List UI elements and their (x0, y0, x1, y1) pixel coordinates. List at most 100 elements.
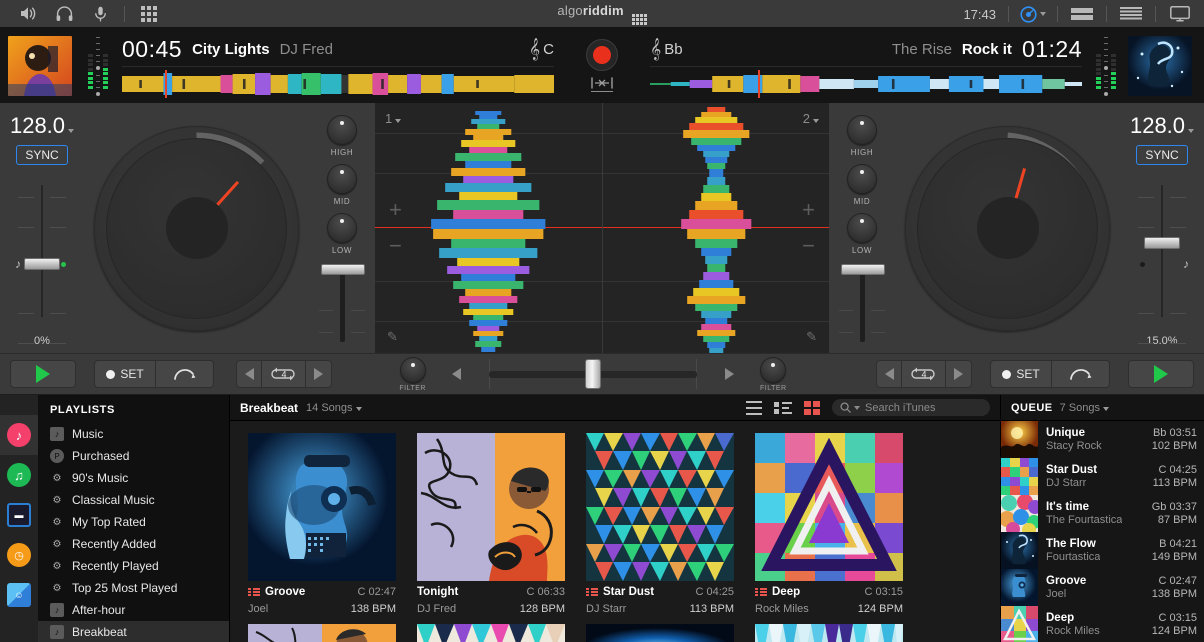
grid-apps-icon[interactable] (131, 1, 167, 27)
queue-item[interactable]: Deep C 03:15 Rock Miles 124 BPM (1001, 606, 1204, 642)
playlists-sidebar: PLAYLISTS ♪ Music P Purchased ⚙ 90's Mus… (38, 395, 230, 642)
deck2-detail-waveform[interactable]: 2 + − ✎ (601, 103, 829, 353)
detail-view-icon[interactable] (774, 401, 792, 414)
deck2-high-knob[interactable] (847, 115, 877, 145)
crossfader-left-arrow[interactable] (452, 368, 461, 380)
deck2-filter-knob[interactable] (760, 356, 787, 383)
track-card[interactable] (755, 624, 903, 642)
deck1-detail-waveform[interactable]: 1 + − ✎ (375, 103, 602, 353)
record-button[interactable] (586, 38, 618, 71)
grid-view-icon[interactable] (804, 400, 820, 415)
crossfader-handle[interactable] (585, 359, 601, 389)
track-card[interactable]: Groove C 02:47 Joel 138 BPM (248, 433, 396, 615)
list-view-icon[interactable] (746, 400, 762, 415)
deck1-set-cue-button[interactable]: SET (94, 360, 156, 388)
track-card[interactable]: Star Dust C 04:25 DJ Starr 113 BPM (586, 433, 734, 615)
microphone-icon[interactable] (82, 1, 118, 27)
spotify-source-icon[interactable]: ♫ (0, 455, 38, 495)
deck1-pitch-handle[interactable] (24, 258, 60, 270)
deck1-filter-knob[interactable] (399, 356, 426, 383)
queue-item[interactable]: Unique Bb 03:51 Stacy Rock 102 BPM (1001, 421, 1204, 458)
split-view-icon[interactable] (1064, 1, 1100, 27)
deck1-volume-fader[interactable] (316, 264, 368, 342)
record-dropdown-caret-icon[interactable] (1040, 12, 1046, 16)
record-disc-icon[interactable] (1015, 1, 1051, 27)
deck1-bpm-caret-icon[interactable] (68, 129, 75, 133)
track-key-time: C 06:33 (526, 586, 565, 598)
sidebar-item-after-hour[interactable]: ♪ After-hour (38, 599, 229, 621)
sidebar-item-recently-added[interactable]: ⚙ Recently Added (38, 533, 229, 555)
deck1-loop-halve-button[interactable] (236, 360, 262, 388)
deck2-sync-button[interactable]: SYNC (1136, 145, 1188, 165)
deck2-return-cue-button[interactable] (1052, 360, 1110, 388)
deck2-keylock-icon[interactable]: ♪ (1183, 257, 1189, 271)
deck2-pitch-fader[interactable]: ♪ (1132, 175, 1192, 344)
deck2-set-cue-button[interactable]: SET (990, 360, 1052, 388)
headphone-icon[interactable] (46, 1, 82, 27)
track-card[interactable]: Deep C 03:15 Rock Miles 124 BPM (755, 433, 903, 615)
deck1-volume-handle[interactable] (321, 264, 365, 275)
monitor-icon[interactable] (1162, 1, 1198, 27)
deck1-jog-wheel[interactable] (94, 125, 299, 331)
deck2-low-knob[interactable] (847, 213, 877, 243)
sidebar-item-recently-played[interactable]: ⚙ Recently Played (38, 555, 229, 577)
crossfader[interactable] (489, 359, 697, 389)
deck2-overview-waveform[interactable] (650, 66, 1082, 99)
finder-source-icon[interactable]: ☺ (0, 575, 38, 615)
deck2-bpm-value: 128.0 (1129, 113, 1186, 138)
itunes-source-icon[interactable]: ♪ (0, 415, 38, 455)
deck1-loop-double-button[interactable] (306, 360, 332, 388)
deck1-sync-button[interactable]: SYNC (16, 145, 68, 165)
track-card[interactable] (586, 624, 734, 642)
track-card[interactable]: Tonight C 06:33 DJ Fred 128 BPM (417, 433, 565, 615)
deck1-high-knob[interactable] (327, 115, 357, 145)
deck2-mid-knob[interactable] (847, 164, 877, 194)
history-source-icon[interactable]: ◷ (0, 535, 38, 575)
playlist-song-count[interactable]: 14 Songs (306, 402, 362, 414)
queue-caret-icon[interactable] (1103, 406, 1109, 411)
deck1-overview-waveform[interactable] (122, 66, 554, 99)
deck2-bpm-caret-icon[interactable] (1188, 129, 1195, 133)
speaker-icon[interactable] (10, 1, 46, 27)
sidebar-item-breakbeat[interactable]: ♪ Breakbeat (38, 621, 229, 642)
song-count-caret-icon[interactable] (355, 406, 362, 411)
sidebar-item-my-top-rated[interactable]: ⚙ My Top Rated (38, 511, 229, 533)
deck2-loop-length-button[interactable]: 4 (902, 360, 946, 388)
queue-item[interactable]: It's time Gb 03:37 The Fourtastica 87 BPM (1001, 495, 1204, 532)
deck1-low-knob[interactable] (327, 213, 357, 243)
search-scope-caret-icon[interactable] (854, 405, 860, 410)
queue-count[interactable]: 7 Songs (1060, 402, 1109, 414)
track-card[interactable] (417, 624, 565, 642)
deck2-pitch-handle[interactable] (1144, 237, 1180, 249)
deck2-bpm-display[interactable]: 128.0 (1129, 113, 1195, 139)
sidebar-item-top-25-most-played[interactable]: ⚙ Top 25 Most Played (38, 577, 229, 599)
deck2-jog-wheel[interactable] (905, 125, 1110, 331)
deck1-keylock-icon[interactable]: ♪ (15, 257, 21, 271)
track-title: Groove (248, 586, 305, 598)
crossfader-right-arrow[interactable] (725, 368, 734, 380)
sidebar-item-classical-music[interactable]: ⚙ Classical Music (38, 489, 229, 511)
track-artwork (417, 433, 565, 581)
deck2-volume-fader[interactable] (836, 264, 888, 342)
queue-item[interactable]: The Flow B 04:21 Fourtastica 149 BPM (1001, 532, 1204, 569)
list-view-icon[interactable] (1113, 1, 1149, 27)
sidebar-item-purchased[interactable]: P Purchased (38, 445, 229, 467)
queue-item[interactable]: Groove C 02:47 Joel 138 BPM (1001, 569, 1204, 606)
queue-item[interactable]: Star Dust C 04:25 DJ Starr 113 BPM (1001, 458, 1204, 495)
video-source-icon[interactable]: ▬ (0, 495, 38, 535)
deck1-mid-knob[interactable] (327, 164, 357, 194)
deck2-loop-double-button[interactable] (946, 360, 972, 388)
deck2-loop-halve-button[interactable] (876, 360, 902, 388)
deck1-play-button[interactable] (10, 360, 76, 388)
deck1-pitch-fader[interactable]: ♪ (12, 175, 72, 344)
deck2-play-button[interactable] (1128, 360, 1194, 388)
sidebar-item-music[interactable]: ♪ Music (38, 423, 229, 445)
search-input[interactable]: Search iTunes (832, 399, 990, 416)
sidebar-item-90s-music[interactable]: ⚙ 90's Music (38, 467, 229, 489)
collapse-decks-button[interactable] (591, 77, 613, 93)
track-card[interactable] (248, 624, 396, 642)
deck1-loop-length-button[interactable]: 4 (262, 360, 306, 388)
deck1-return-cue-button[interactable] (156, 360, 214, 388)
deck2-volume-handle[interactable] (841, 264, 885, 275)
deck1-bpm-display[interactable]: 128.0 (10, 113, 75, 139)
